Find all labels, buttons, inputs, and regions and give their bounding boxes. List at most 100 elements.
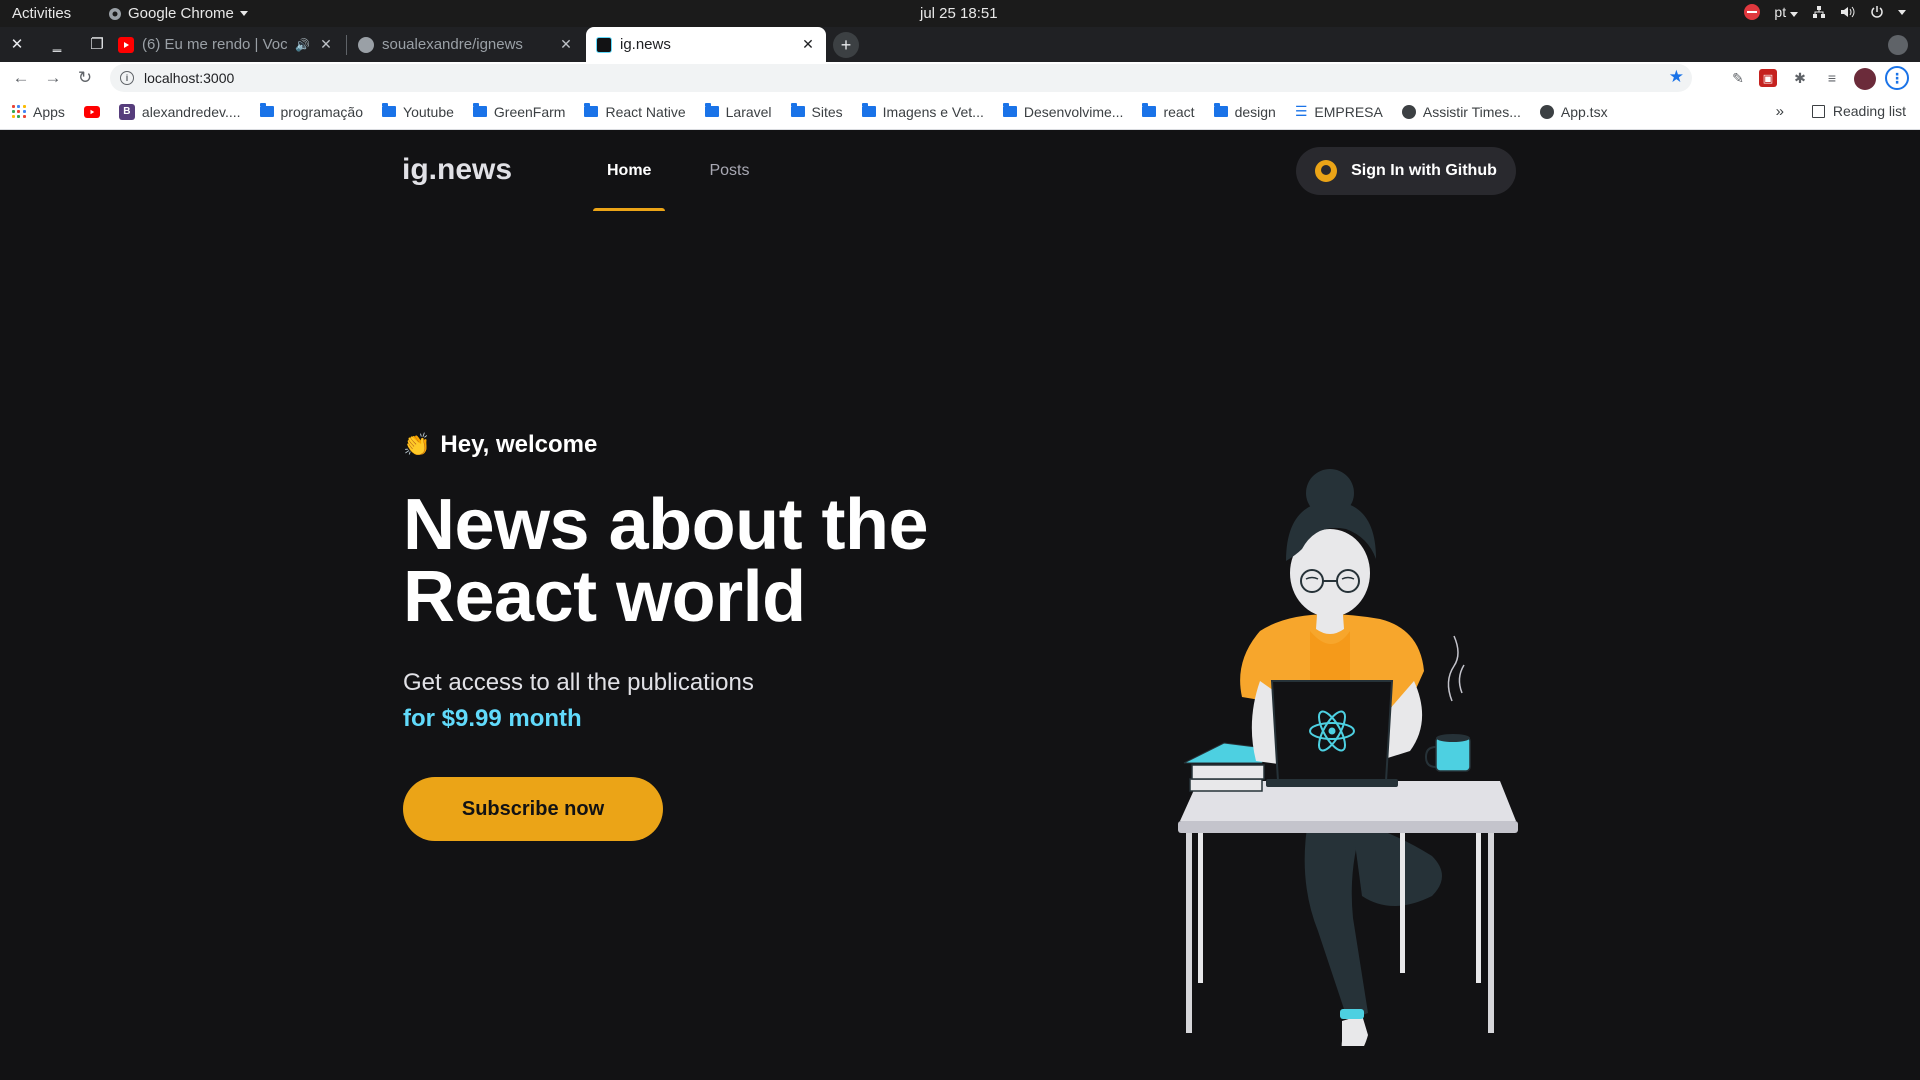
bookmark-label: Youtube <box>403 103 454 120</box>
reading-list-icon <box>1811 104 1825 118</box>
language-indicator[interactable]: pt <box>1774 4 1798 20</box>
page-content: ig.news Home Posts Sign In with Github 👏… <box>0 131 1920 1080</box>
app-menu-label: Google Chrome <box>128 5 234 22</box>
profile-avatar[interactable] <box>1854 68 1876 90</box>
folder-icon <box>259 103 274 117</box>
bookmark-folder-sites[interactable]: Sites <box>790 103 843 120</box>
list-icon: ☰ <box>1294 103 1308 119</box>
sign-in-label: Sign In with Github <box>1351 162 1497 179</box>
url-text: localhost:3000 <box>144 70 235 86</box>
reading-list-label: Reading list <box>1832 103 1906 119</box>
welcome-text: Hey, welcome <box>440 431 598 458</box>
hero-subtitle: Get access to all the publications for $… <box>403 665 963 737</box>
close-tab-icon[interactable]: ✕ <box>800 36 816 53</box>
volume-icon[interactable] <box>1840 5 1856 19</box>
bookmark-label: Apps <box>33 103 65 120</box>
chevron-down-icon[interactable] <box>1898 9 1906 15</box>
do-not-disturb-icon[interactable] <box>1744 4 1761 20</box>
tab-title: ig.news <box>620 36 671 53</box>
tab-strip: ✕ ‗ ❐ (6) Eu me rendo | Vocal 🔊 ✕ souale… <box>0 27 1920 62</box>
nav-posts[interactable]: Posts <box>695 131 763 211</box>
folder-icon <box>861 103 876 117</box>
nav-home[interactable]: Home <box>593 131 666 211</box>
tab-youtube[interactable]: (6) Eu me rendo | Vocal 🔊 ✕ <box>108 27 344 62</box>
reload-icon[interactable]: ↻ <box>74 67 96 89</box>
close-tab-icon[interactable]: ✕ <box>558 36 574 53</box>
back-icon[interactable]: ← <box>10 67 32 89</box>
close-window-icon[interactable]: ✕ <box>6 33 28 55</box>
site-header: ig.news Home Posts Sign In with Github <box>402 131 1516 211</box>
minimize-window-icon[interactable]: ‗ <box>46 33 68 55</box>
language-label: pt <box>1774 4 1787 20</box>
bookmark-label: Laravel <box>725 103 772 120</box>
headline-line-1: News about the <box>403 485 929 565</box>
new-tab-button[interactable]: + <box>833 32 859 58</box>
network-icon[interactable] <box>1812 5 1826 19</box>
app-menu[interactable]: Google Chrome <box>108 5 248 22</box>
subscribe-button[interactable]: Subscribe now <box>403 777 663 841</box>
bookmark-apps[interactable]: Apps <box>12 104 65 120</box>
headline-line-2: React world <box>403 557 806 637</box>
browser-toolbar: ← → ↻ i localhost:3000 ★ ✎ ▣ ✱ ≡ ⋮ <box>0 62 1920 94</box>
address-bar[interactable]: i localhost:3000 ★ <box>110 64 1692 92</box>
bookmark-alexandredev[interactable]: B alexandredev.... <box>118 103 241 120</box>
bookmark-label: EMPRESA <box>1314 103 1383 120</box>
developer-at-desk-illustration <box>1178 469 1518 1046</box>
bootstrap-icon: B <box>118 103 135 120</box>
eyedropper-extension-icon[interactable]: ✎ <box>1728 68 1748 88</box>
reading-list-button[interactable]: Reading list <box>1811 103 1906 119</box>
tab-search-icon[interactable] <box>1888 35 1908 55</box>
bookmark-folder-programacao[interactable]: programação <box>259 103 363 120</box>
forward-icon[interactable]: → <box>42 67 64 89</box>
bookmark-label: design <box>1234 103 1276 120</box>
bookmark-label: GreenFarm <box>493 103 566 120</box>
site-logo[interactable]: ig.news <box>402 153 512 187</box>
more-bookmarks-button[interactable]: » <box>1776 103 1784 120</box>
power-icon[interactable] <box>1870 5 1884 19</box>
chrome-menu-icon[interactable]: ⋮ <box>1885 66 1909 90</box>
audio-playing-icon[interactable]: 🔊 <box>295 38 310 52</box>
bookmark-folder-greenfarm[interactable]: GreenFarm <box>472 103 566 120</box>
tab-github[interactable]: soualexandre/ignews ✕ <box>348 27 584 62</box>
close-tab-icon[interactable]: ✕ <box>318 36 334 53</box>
bookmark-folder-laravel[interactable]: Laravel <box>704 103 772 120</box>
bookmark-app-tsx[interactable]: App.tsx <box>1539 104 1608 120</box>
bookmark-assistir[interactable]: Assistir Times... <box>1401 104 1521 120</box>
bookmark-youtube[interactable] <box>83 105 100 118</box>
subtitle-text: Get access to all the publications <box>403 669 754 696</box>
bookmark-folder-design[interactable]: design <box>1213 103 1276 120</box>
clock[interactable]: jul 25 18:51 <box>920 5 998 22</box>
pdf-extension-icon[interactable]: ▣ <box>1759 69 1777 87</box>
welcome-heading: 👏 Hey, welcome <box>403 431 963 459</box>
globe-icon <box>1401 104 1416 119</box>
sign-in-github-button[interactable]: Sign In with Github <box>1296 147 1516 195</box>
tab-title: (6) Eu me rendo | Vocal <box>142 36 288 53</box>
bookmark-folder-imagens[interactable]: Imagens e Vet... <box>861 103 984 120</box>
bookmark-label: Imagens e Vet... <box>882 103 984 120</box>
chevron-down-icon <box>239 11 248 16</box>
folder-icon <box>584 103 599 117</box>
media-controls-icon[interactable]: ≡ <box>1822 68 1842 88</box>
apps-grid-icon <box>12 104 26 119</box>
github-icon <box>358 36 374 53</box>
extensions-puzzle-icon[interactable]: ✱ <box>1790 68 1810 88</box>
system-tray[interactable]: pt <box>1744 4 1906 20</box>
window-controls: ✕ ‗ ❐ <box>6 33 108 55</box>
bookmark-label: react <box>1163 103 1195 120</box>
bookmark-label: alexandredev.... <box>141 103 241 120</box>
bookmark-folder-react[interactable]: react <box>1142 103 1195 120</box>
bookmark-folder-desenvolvimento[interactable]: Desenvolvime... <box>1002 103 1124 120</box>
bookmark-folder-youtube[interactable]: Youtube <box>382 103 454 120</box>
restore-window-icon[interactable]: ❐ <box>86 33 108 55</box>
chrome-icon <box>109 7 121 20</box>
bookmark-star-icon[interactable]: ★ <box>1669 67 1684 87</box>
folder-icon <box>704 103 719 117</box>
hero-headline: News about the React world <box>403 489 963 633</box>
bookmark-folder-react-native[interactable]: React Native <box>584 103 686 120</box>
tab-ignews[interactable]: ig.news ✕ <box>586 27 826 62</box>
site-info-icon[interactable]: i <box>120 71 134 85</box>
activities-button[interactable]: Activities <box>12 5 71 22</box>
bookmark-label: Desenvolvime... <box>1023 103 1124 120</box>
main-nav: Home Posts <box>593 131 763 211</box>
bookmark-empresa[interactable]: ☰ EMPRESA <box>1295 103 1383 120</box>
